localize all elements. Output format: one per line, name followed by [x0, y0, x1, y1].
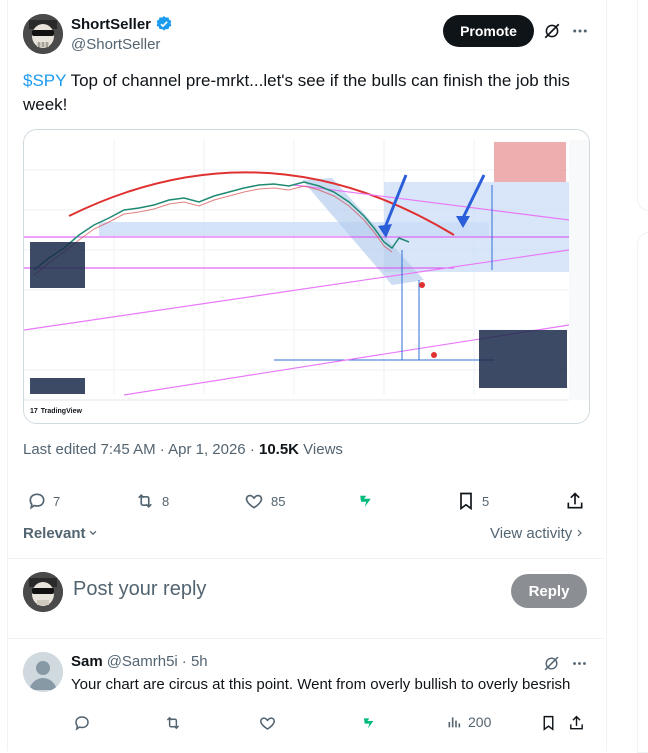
reply-text: Your chart are circus at this point. Wen… [71, 676, 571, 693]
composer-avatar[interactable] [23, 572, 63, 612]
heart-icon [258, 714, 277, 732]
like-count: 85 [271, 493, 286, 509]
view-activity-label: View activity [490, 525, 573, 542]
views-label: Views [299, 441, 343, 458]
bookmark-action[interactable]: 5 [456, 491, 489, 511]
reply-action[interactable]: 7 [27, 491, 60, 511]
share-icon [565, 491, 585, 511]
grok-icon [357, 492, 377, 510]
edited-timestamp[interactable]: Last edited 7:45 AM · Apr 1, 2026 · [23, 441, 259, 458]
reply-views-action[interactable]: 200 [446, 714, 491, 730]
author-handle[interactable]: @ShortSeller [71, 36, 160, 53]
repost-action[interactable]: 8 [134, 491, 169, 511]
reply-input[interactable]: Post your reply [73, 578, 206, 601]
divider [8, 558, 604, 559]
more-options-icon[interactable] [571, 22, 589, 40]
reply-share-action[interactable] [568, 714, 585, 732]
reply-grok-analyze-icon[interactable] [543, 655, 560, 672]
sidebar-card-top [637, 0, 648, 211]
author-name[interactable]: ShortSeller [71, 16, 151, 33]
like-action[interactable]: 85 [243, 491, 285, 511]
chevron-right-icon [575, 528, 584, 538]
reply-author-name[interactable]: Sam [71, 653, 103, 670]
sort-label: Relevant [23, 525, 86, 542]
views-chart-icon [446, 714, 462, 730]
view-activity-link[interactable]: View activity [490, 525, 584, 542]
verified-badge-icon [155, 15, 173, 33]
reply-author-avatar[interactable] [23, 652, 63, 692]
tradingview-logo: 17 TradingView [30, 408, 82, 415]
chart-image[interactable]: 17 TradingView [23, 129, 590, 424]
grok-analyze-icon[interactable] [543, 22, 561, 40]
bookmark-icon [540, 714, 557, 732]
author-name-row[interactable]: ShortSeller [71, 15, 173, 33]
share-action[interactable] [565, 491, 585, 511]
reply-header: Sam @Samrh5i · 5h [71, 653, 208, 670]
grok-icon [361, 715, 379, 731]
divider [8, 638, 604, 639]
heart-icon [243, 491, 265, 511]
repost-icon [163, 714, 183, 732]
bookmark-icon [456, 491, 476, 511]
share-icon [568, 714, 585, 732]
reply-like-action[interactable] [258, 714, 277, 732]
reply-button[interactable]: Reply [511, 574, 587, 608]
reply-icon [73, 714, 91, 732]
cashtag-link[interactable]: $SPY [23, 71, 66, 90]
post-meta: Last edited 7:45 AM · Apr 1, 2026 · 10.5… [23, 441, 343, 458]
reply-author-handle[interactable]: @Samrh5i [107, 653, 178, 670]
reply-bookmark-action[interactable] [540, 714, 557, 732]
repost-icon [134, 491, 156, 511]
right-sidebar-edge [637, 0, 648, 753]
reply-grok-action[interactable] [361, 715, 379, 731]
reply-time[interactable]: · 5h [182, 653, 208, 670]
reply-more-options-icon[interactable] [571, 655, 588, 672]
grok-action[interactable] [357, 492, 377, 510]
promote-button[interactable]: Promote [443, 15, 534, 47]
sidebar-card-bottom [637, 232, 648, 753]
repost-count: 8 [162, 493, 170, 509]
chevron-down-icon [88, 528, 98, 538]
author-avatar[interactable] [23, 14, 63, 54]
reply-views-count: 200 [468, 714, 492, 730]
tradingview-brand: TradingView [40, 408, 82, 415]
post-body: Top of channel pre-mrkt...let's see if t… [23, 71, 570, 114]
post-text: $SPY Top of channel pre-mrkt...let's see… [23, 69, 593, 117]
reply-count: 7 [53, 493, 61, 509]
reply-repost-action[interactable] [163, 714, 183, 732]
reply-icon [27, 491, 47, 511]
bookmark-count: 5 [482, 493, 490, 509]
reply-reply-action[interactable] [73, 714, 91, 732]
views-count: 10.5K [258, 441, 300, 458]
reply-sort-dropdown[interactable]: Relevant [23, 525, 98, 542]
